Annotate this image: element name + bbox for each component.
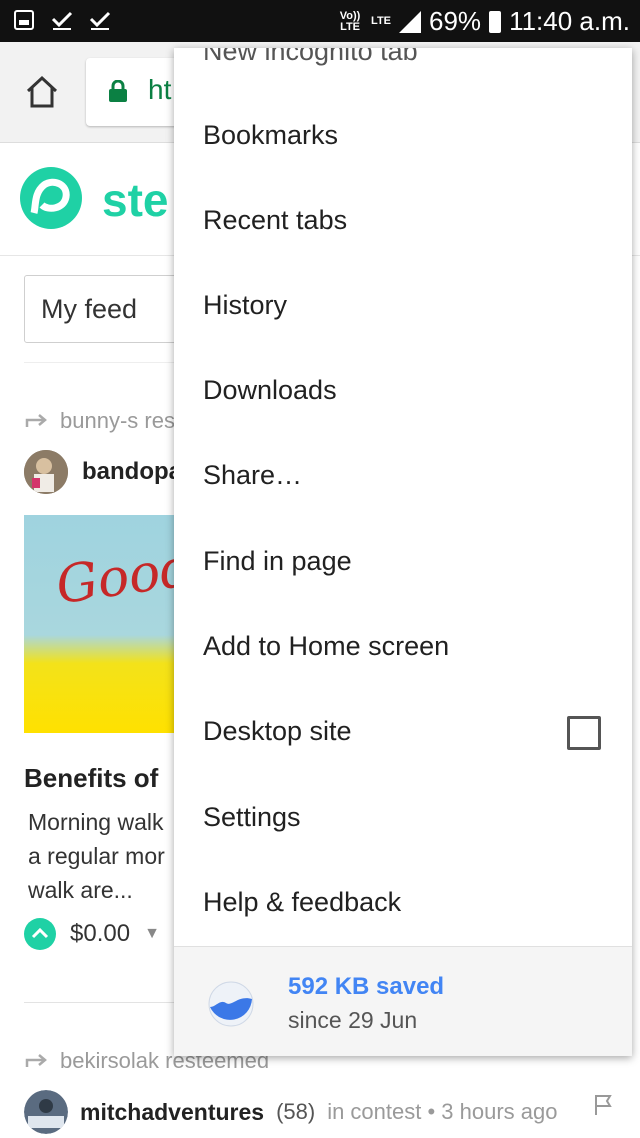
data-saved-since: since 29 Jun [288, 1007, 418, 1033]
excerpt-line: a regular mor [28, 843, 165, 869]
data-saver-icon [208, 981, 254, 1027]
flag-icon[interactable] [594, 1094, 612, 1116]
post-author[interactable]: bandopa [82, 458, 182, 486]
battery-percent: 69% [429, 6, 482, 36]
resteem-icon [25, 414, 47, 427]
status-bar: Vo)) LTE LTE 69% 11:40 a.m. [0, 0, 640, 42]
resteem-icon [25, 1054, 47, 1067]
excerpt-line: walk are... [28, 877, 133, 903]
post-author-row: mitchadventures (58) in contest • 3 hour… [24, 1090, 557, 1134]
resteem-line: bunny-s res [24, 408, 175, 434]
menu-item-add-to-home-screen[interactable]: Add to Home screen [174, 605, 632, 689]
menu-item-label: Share… [203, 460, 303, 490]
menu-item-settings[interactable]: Settings [174, 776, 632, 860]
home-icon[interactable] [24, 74, 60, 110]
overflow-menu: New incognito tab Bookmarks Recent tabs … [174, 48, 632, 1056]
data-saved-amount: 592 KB saved [288, 973, 445, 1000]
post-excerpt[interactable]: Morning walk a regular mor walk are... [28, 805, 188, 907]
url-text: ht [148, 74, 172, 105]
post-meta[interactable]: in contest • 3 hours ago [327, 1099, 557, 1125]
author-reputation: (58) [276, 1099, 316, 1124]
signal-icon [399, 10, 422, 33]
menu-item-desktop-site[interactable]: Desktop site [174, 690, 632, 774]
lock-icon [109, 80, 127, 102]
menu-item-label: Recent tabs [203, 205, 348, 235]
checkmark-icon [89, 11, 111, 30]
checkmark-icon [51, 11, 73, 30]
menu-item-label: New incognito tab [203, 48, 418, 66]
menu-item-label: Settings [203, 802, 301, 832]
menu-item-label: Downloads [203, 375, 337, 405]
post-author-row: bandopa [24, 450, 182, 494]
resteemed-by[interactable]: bunny-s res [60, 408, 175, 434]
volte-indicator: Vo)) LTE [339, 9, 361, 33]
payout-amount[interactable]: $0.00 [70, 920, 130, 948]
battery-icon [489, 10, 502, 33]
menu-item-label: Help & feedback [203, 887, 402, 917]
payout-row: $0.00 ▼ [24, 918, 160, 950]
avatar[interactable] [24, 1090, 68, 1134]
notification-icons [12, 8, 112, 32]
menu-item-help-feedback[interactable]: Help & feedback [174, 861, 632, 945]
menu-item-bookmarks[interactable]: Bookmarks [174, 94, 632, 178]
menu-item-new-incognito-tab[interactable]: New incognito tab [174, 48, 632, 92]
screenshot-icon [14, 10, 34, 30]
menu-item-label: Add to Home screen [203, 631, 450, 661]
post-title[interactable]: Benefits of [24, 763, 158, 794]
menu-item-label: Find in page [203, 546, 352, 576]
clock: 11:40 a.m. [509, 6, 630, 36]
data-saver-footer[interactable]: 592 KB saved since 29 Jun [174, 946, 632, 1056]
menu-item-find-in-page[interactable]: Find in page [174, 520, 632, 604]
feed-selector-label: My feed [41, 294, 138, 324]
excerpt-line: Morning walk [28, 809, 164, 835]
menu-item-downloads[interactable]: Downloads [174, 349, 632, 433]
system-status: Vo)) LTE LTE 69% 11:40 a.m. [337, 6, 630, 37]
menu-item-share[interactable]: Share… [174, 434, 632, 518]
menu-item-recent-tabs[interactable]: Recent tabs [174, 179, 632, 263]
menu-item-history[interactable]: History [174, 264, 632, 348]
steemit-logo-icon[interactable] [18, 165, 84, 231]
post-author[interactable]: mitchadventures [80, 1099, 264, 1126]
menu-item-label: Bookmarks [203, 120, 339, 150]
caret-down-icon[interactable]: ▼ [144, 925, 160, 943]
avatar[interactable] [24, 450, 68, 494]
avatar-image [24, 450, 68, 494]
desktop-site-checkbox[interactable] [567, 716, 601, 750]
upvote-icon[interactable] [24, 918, 56, 950]
menu-item-label: Desktop site [203, 716, 352, 746]
lte-indicator: LTE [371, 15, 392, 27]
brand-name[interactable]: ste [102, 173, 168, 227]
menu-item-label: History [203, 290, 288, 320]
